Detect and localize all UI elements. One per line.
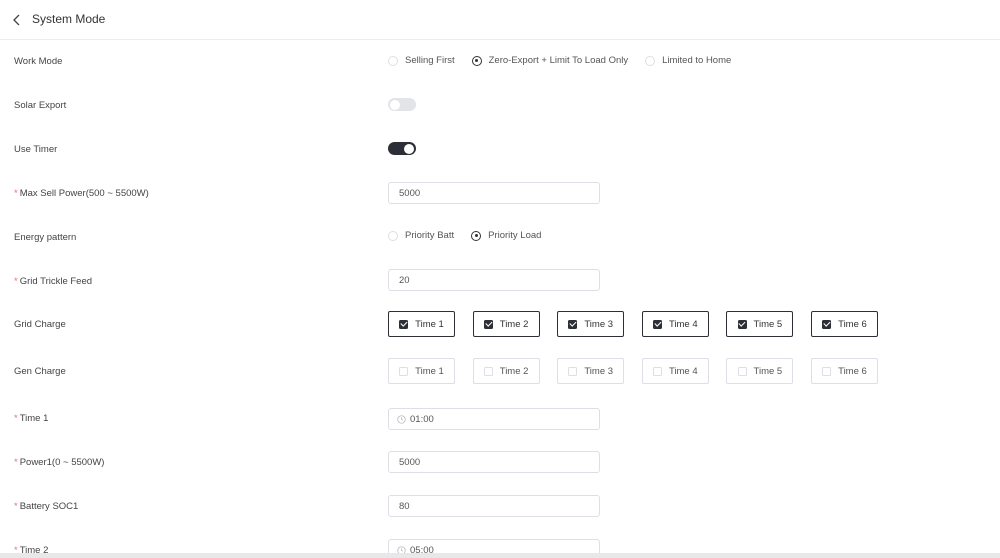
checkbox-checked-icon (568, 319, 578, 329)
work-mode-radio-group: Selling First Zero-Export + Limit To Loa… (388, 55, 748, 66)
checkbox-checked-icon (737, 319, 747, 329)
chevron-left-icon[interactable] (10, 12, 24, 28)
max-sell-power-label: * Max Sell Power(500 ~ 5500W) (14, 188, 149, 199)
gen-charge-time-3[interactable]: Time 3 (557, 358, 625, 384)
checkbox-checked-icon (822, 319, 832, 329)
work-mode-label: Work Mode (14, 56, 63, 67)
radio-icon (388, 55, 398, 66)
use-timer-toggle[interactable] (388, 142, 416, 155)
work-mode-option[interactable]: Limited to Home (645, 55, 731, 66)
required-mark: * (14, 413, 18, 424)
radio-checked-icon (471, 230, 482, 241)
gen-charge-group: Time 1 Time 2 Time 3 Time 4 Time 5 Time … (388, 358, 896, 384)
gen-charge-time-2[interactable]: Time 2 (472, 358, 540, 384)
grid-charge-group: Time 1 Time 2 Time 3 Time 4 Time 5 Time … (388, 311, 896, 337)
energy-pattern-label: Energy pattern (14, 232, 77, 243)
battery-soc1-label: * Battery SOC1 (14, 501, 79, 512)
battery-soc1-input[interactable] (388, 495, 600, 517)
horizontal-scrollbar[interactable] (0, 553, 1000, 558)
checkbox-icon (822, 366, 832, 376)
energy-pattern-radio-group: Priority Batt Priority Load (388, 230, 558, 241)
grid-trickle-feed-input[interactable] (388, 269, 600, 291)
energy-pattern-option[interactable]: Priority Batt (388, 230, 454, 241)
solar-export-label: Solar Export (14, 100, 67, 111)
gen-charge-time-1[interactable]: Time 1 (388, 358, 455, 384)
required-mark: * (14, 276, 18, 287)
checkbox-icon (483, 366, 493, 376)
page-header: System Mode (0, 0, 1000, 40)
power1-label: * Power1(0 ~ 5500W) (14, 457, 105, 468)
radio-checked-icon (471, 55, 482, 66)
page-title: System Mode (32, 12, 106, 26)
work-mode-option[interactable]: Selling First (388, 55, 455, 66)
checkbox-checked-icon (399, 319, 409, 329)
energy-pattern-option[interactable]: Priority Load (471, 230, 541, 241)
grid-charge-time-1[interactable]: Time 1 (388, 311, 455, 337)
radio-icon (645, 55, 656, 66)
time1-picker[interactable]: 01:00 (388, 408, 600, 430)
radio-icon (388, 230, 398, 241)
grid-charge-time-6[interactable]: Time 6 (810, 311, 878, 337)
grid-charge-time-5[interactable]: Time 5 (726, 311, 794, 337)
gen-charge-time-5[interactable]: Time 5 (726, 358, 794, 384)
required-mark: * (14, 188, 18, 199)
grid-charge-label: Grid Charge (14, 319, 66, 330)
grid-charge-time-2[interactable]: Time 2 (472, 311, 540, 337)
required-mark: * (14, 457, 18, 468)
checkbox-checked-icon (483, 319, 493, 329)
required-mark: * (14, 501, 18, 512)
gen-charge-time-6[interactable]: Time 6 (810, 358, 878, 384)
max-sell-power-input[interactable] (388, 182, 600, 204)
checkbox-icon (568, 366, 578, 376)
solar-export-toggle[interactable] (388, 98, 416, 111)
checkbox-icon (399, 366, 409, 376)
checkbox-icon (737, 366, 747, 376)
work-mode-option[interactable]: Zero-Export + Limit To Load Only (471, 55, 628, 66)
time1-label: * Time 1 (14, 413, 49, 424)
gen-charge-label: Gen Charge (14, 366, 66, 377)
checkbox-checked-icon (652, 319, 662, 329)
use-timer-label: Use Timer (14, 144, 58, 155)
time1-value: 01:00 (410, 413, 434, 425)
grid-charge-time-3[interactable]: Time 3 (557, 311, 625, 337)
gen-charge-time-4[interactable]: Time 4 (641, 358, 709, 384)
checkbox-icon (652, 366, 662, 376)
power1-input[interactable] (388, 451, 600, 473)
clock-icon (397, 414, 406, 424)
grid-charge-time-4[interactable]: Time 4 (641, 311, 709, 337)
grid-trickle-feed-label: * Grid Trickle Feed (14, 276, 93, 287)
